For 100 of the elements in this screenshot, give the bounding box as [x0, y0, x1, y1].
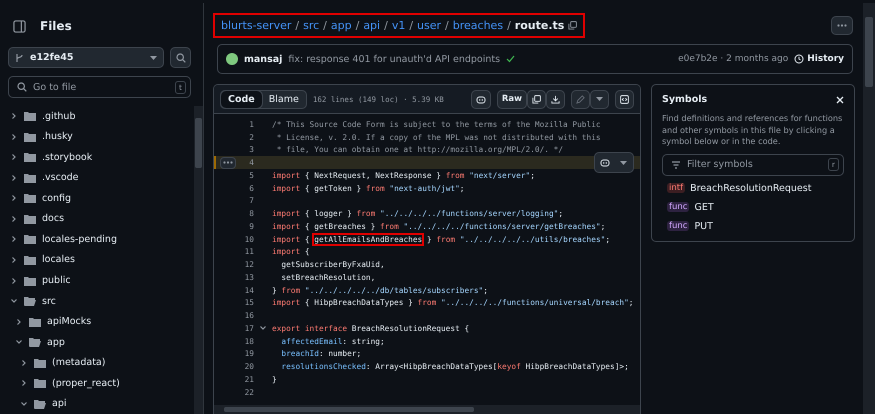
folder-icon [24, 193, 36, 204]
panel-icon [12, 20, 26, 32]
view-tab[interactable]: Code [221, 90, 262, 108]
commit-author[interactable]: mansaj [244, 54, 282, 64]
folder-icon [24, 132, 36, 142]
scrollbar-thumb[interactable] [865, 17, 873, 87]
open-folder-icon [24, 296, 36, 306]
author-avatar [226, 53, 238, 65]
chevron-right-icon[interactable] [15, 318, 23, 326]
close-icon[interactable] [836, 96, 844, 104]
search-icon [17, 82, 27, 92]
symbol-item[interactable]: func PUT [662, 220, 844, 232]
chevron-down-icon[interactable] [15, 338, 23, 346]
path-separator: / [356, 19, 360, 32]
robot-icon [600, 158, 610, 168]
file-tree-item[interactable]: locales [8, 250, 192, 270]
copy-icon [532, 94, 541, 104]
open-folder-icon [34, 398, 46, 409]
raw-button[interactable]: Raw [496, 90, 527, 108]
sidebar-title: Files [40, 19, 72, 33]
folder-icon [24, 234, 36, 244]
caret-icon [596, 97, 603, 101]
file-tree-item[interactable]: app [8, 332, 192, 352]
branch-icon [15, 52, 24, 62]
scrollbar-thumb[interactable] [195, 118, 202, 168]
breadcrumb-link[interactable]: user [417, 19, 442, 32]
chevron-right-icon[interactable] [10, 132, 18, 141]
file-tree-item[interactable]: api [8, 393, 192, 414]
file-tree-item[interactable]: (proper_react) [8, 372, 192, 394]
breadcrumb-link[interactable]: v1 [392, 19, 406, 32]
edit-button[interactable] [571, 90, 590, 108]
dropdown-button[interactable] [590, 90, 609, 108]
symbols-toggle-button[interactable] [615, 90, 634, 108]
chevron-down-icon[interactable] [20, 400, 28, 408]
download-icon [551, 94, 560, 104]
file-tree-item[interactable]: apiMocks [8, 311, 192, 332]
folder-icon [24, 111, 36, 122]
folder-icon [34, 358, 46, 368]
symbols-description: Find definitions and references for functions and other symbols in this file by clicking a symbol below or in the code. [662, 113, 844, 148]
chevron-right-icon[interactable] [10, 194, 18, 202]
clock-icon [794, 54, 804, 64]
current-file-name[interactable]: route.ts [514, 19, 564, 32]
file-tree-item[interactable]: config [8, 188, 192, 209]
more-options-button[interactable] [831, 16, 853, 35]
chevron-right-icon[interactable] [10, 276, 18, 285]
go-to-file-input[interactable]: Go to file [33, 82, 170, 92]
file-tree-item[interactable]: .github [8, 106, 192, 127]
line-options-button[interactable] [220, 156, 236, 169]
breadcrumb-link[interactable]: blurts-server [221, 19, 292, 32]
open-folder-icon [29, 337, 41, 348]
chevron-right-icon[interactable] [20, 358, 28, 367]
folder-icon [24, 152, 36, 162]
chevron-down-icon[interactable] [10, 297, 18, 306]
chevron-right-icon[interactable] [10, 256, 18, 264]
search-button[interactable] [170, 47, 191, 68]
commit-message[interactable]: fix: response 401 for unauth'd API endpoints [288, 54, 500, 64]
path-separator: / [384, 19, 388, 32]
ellipsis-icon [837, 24, 847, 27]
folder-icon [34, 378, 46, 388]
file-tree-item[interactable]: locales-pending [8, 229, 192, 250]
symbol-item[interactable]: func GET [662, 200, 844, 214]
file-tree-item[interactable]: src [8, 290, 192, 312]
chevron-right-icon[interactable] [10, 214, 18, 223]
symbol-item[interactable]: intf BreachResolutionRequest [662, 182, 844, 194]
folder-icon [24, 276, 36, 286]
scrollbar[interactable] [194, 106, 203, 414]
folder-icon [29, 316, 41, 327]
scrollbar[interactable] [214, 405, 640, 414]
folder-icon [24, 214, 36, 224]
caret-icon [620, 160, 627, 165]
history-button[interactable]: History [794, 54, 844, 64]
breadcrumb-link[interactable]: src [303, 19, 320, 32]
copy-button[interactable] [527, 90, 546, 108]
scrollbar-thumb[interactable] [224, 407, 474, 412]
breadcrumb-link[interactable]: api [363, 19, 380, 32]
breadcrumb-link[interactable]: app [330, 19, 352, 32]
file-tree-item[interactable]: .husky [8, 126, 192, 148]
file-tree-item[interactable]: .storybook [8, 147, 192, 168]
chevron-right-icon[interactable] [20, 379, 28, 388]
fold-chevron-icon[interactable] [259, 324, 267, 332]
ellipsis-icon [223, 161, 233, 164]
code-square-icon [620, 94, 629, 104]
chevron-right-icon[interactable] [10, 174, 18, 182]
branch-selector[interactable]: e12fe45 [8, 47, 164, 68]
file-tree-item[interactable]: (metadata) [8, 352, 192, 373]
chevron-right-icon[interactable] [10, 235, 18, 244]
file-tree-item[interactable]: public [8, 270, 192, 291]
filter-symbols-input[interactable]: Filter symbols [687, 159, 822, 170]
folder-icon [24, 254, 36, 265]
breadcrumb-link[interactable]: breaches [452, 19, 504, 32]
download-button[interactable] [546, 90, 565, 108]
view-tab[interactable]: Blame [262, 90, 306, 108]
copilot-button[interactable] [470, 90, 491, 108]
filter-icon [671, 160, 681, 168]
path-separator: / [507, 19, 511, 32]
file-tree-item[interactable]: .vscode [8, 168, 192, 188]
file-tree-item[interactable]: docs [8, 208, 192, 230]
chevron-right-icon[interactable] [10, 153, 18, 162]
chevron-right-icon[interactable] [10, 112, 18, 120]
scrollbar[interactable] [863, 3, 875, 414]
